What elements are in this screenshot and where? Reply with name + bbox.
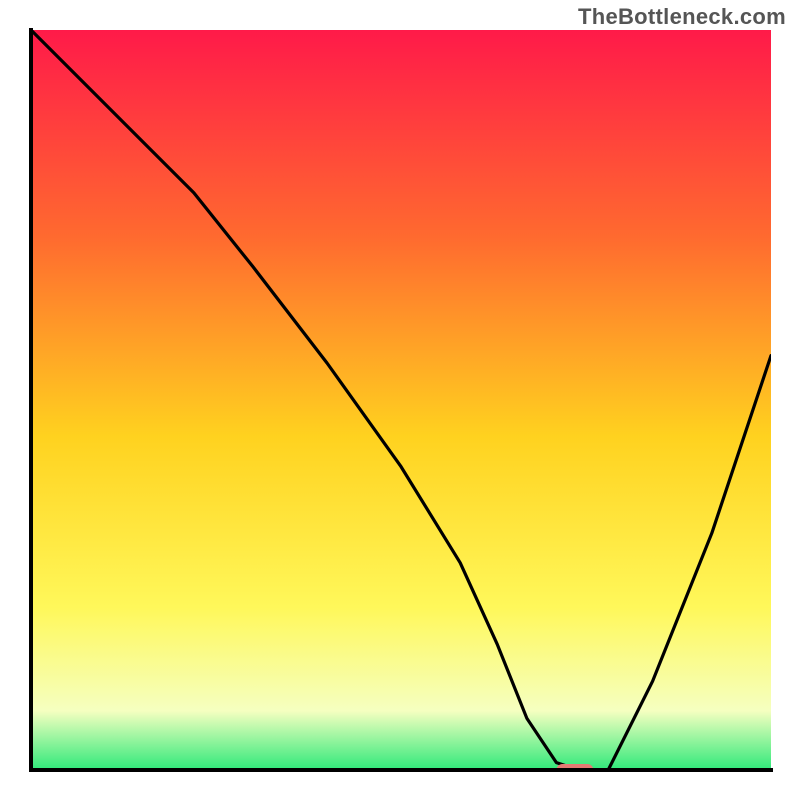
- watermark-text: TheBottleneck.com: [578, 4, 786, 30]
- bottleneck-plot: [0, 0, 800, 800]
- chart-stage: TheBottleneck.com: [0, 0, 800, 800]
